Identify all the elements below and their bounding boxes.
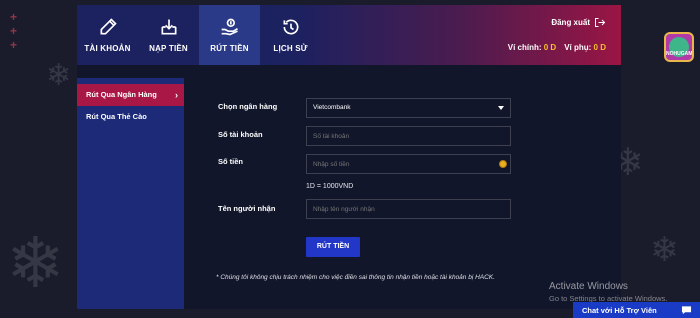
pencil-icon [100,18,117,35]
snowflake-icon: ❄ [650,230,679,270]
amount-label: Số tiền [218,157,244,166]
withdraw-submit-button[interactable]: RÚT TIỀN [306,237,360,257]
main-balance-label: Ví chính: [507,43,542,52]
nav-tab-label: TÀI KHOẢN [84,44,131,53]
withdraw-hand-icon [221,18,238,36]
bank-selected-value: Vietcombank [313,104,351,111]
game-logo-text: NOHUGAME [666,51,694,57]
sidebar-item-bank[interactable]: Rút Qua Ngân Hàng › [77,84,184,106]
nav-tab-deposit[interactable]: NẠP TIỀN [138,5,199,65]
main-balance: Ví chính: 0 D [508,43,556,52]
snowflake-icon: ❄ [6,222,65,304]
chat-bubble-icon [681,306,692,315]
history-icon [283,19,298,35]
nav-tab-history[interactable]: LỊCH SỬ [260,5,321,65]
disclaimer-note: * Chúng tôi không chịu trách nhiệm cho v… [216,274,495,281]
exchange-rate: 1D = 1000VND [306,183,354,190]
nav-tab-withdraw[interactable]: RÚT TIỀN [199,5,260,65]
main-balance-value: 0 D [543,43,557,52]
top-nav: TÀI KHOẢN NẠP TIỀN RÚT TIỀN LỊCH SỬ Đăng… [77,5,621,65]
amount-input[interactable] [306,154,511,174]
sidebar-item-label: Rút Qua Thẻ Cào [86,112,147,121]
support-chat-label: Chat với Hỗ Trợ Viên [582,305,657,315]
nav-tab-label: RÚT TIỀN [210,44,249,53]
account-number-input[interactable] [306,126,511,146]
wallet-balances: Ví chính: 0 D Ví phụ: 0 D [508,43,606,52]
plus-decoration: + [10,10,18,24]
recipient-label: Tên người nhận [218,204,276,213]
chevron-down-icon [498,106,504,110]
deposit-tray-icon [161,19,176,35]
recipient-name-input[interactable] [306,199,511,219]
game-logo-badge[interactable]: NOHUGAME [664,32,694,62]
logout-button[interactable]: Đăng xuất [551,17,606,28]
snowflake-icon: ❄ [46,58,72,93]
account-panel: TÀI KHOẢN NẠP TIỀN RÚT TIỀN LỊCH SỬ Đăng… [77,5,621,309]
sidebar-item-label: Rút Qua Ngân Hàng [86,90,157,99]
support-chat-button[interactable]: Chat với Hỗ Trợ Viên [573,302,700,318]
logout-icon [595,18,606,27]
plus-decoration: + [10,24,18,38]
account-label: Số tài khoản [218,130,263,139]
nav-tab-label: NẠP TIỀN [149,44,188,53]
withdraw-method-sidebar: Rút Qua Ngân Hàng › Rút Qua Thẻ Cào [77,78,184,309]
sub-balance: Ví phụ: 0 D [564,43,606,52]
nav-tab-account[interactable]: TÀI KHOẢN [77,5,138,65]
plus-decoration: + [10,38,18,52]
logout-label: Đăng xuất [551,18,590,27]
coin-icon [499,160,507,168]
chevron-right-icon: › [175,90,178,100]
nav-tab-label: LỊCH SỬ [273,44,308,53]
withdraw-form: Chọn ngân hàng Vietcombank Số tài khoản … [184,78,621,309]
sub-balance-label: Ví phụ: [564,43,592,52]
bank-select[interactable]: Vietcombank [306,98,511,118]
bank-label: Chọn ngân hàng [218,102,278,111]
sub-balance-value: 0 D [593,43,606,52]
sidebar-item-card[interactable]: Rút Qua Thẻ Cào [77,106,184,128]
windows-activation-title: Activate Windows [549,281,628,292]
